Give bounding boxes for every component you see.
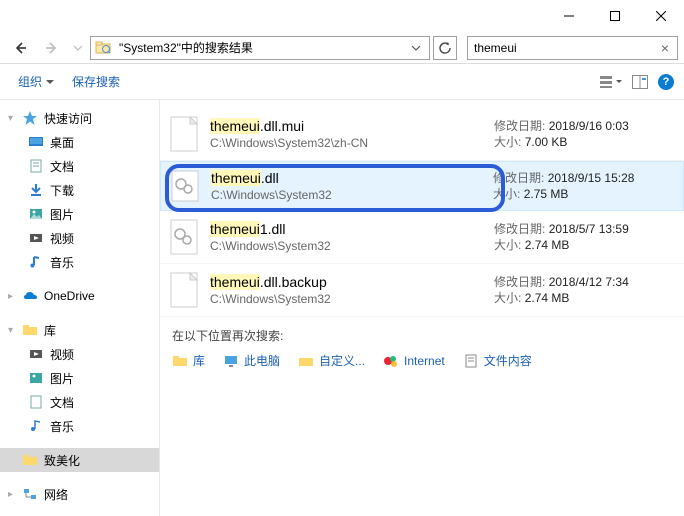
search-again-file-content[interactable]: 文件内容 bbox=[463, 352, 532, 369]
file-path: C:\Windows\System32\zh-CN bbox=[210, 135, 494, 151]
folder-icon bbox=[22, 322, 38, 338]
view-options-icon[interactable] bbox=[600, 75, 622, 89]
file-path: C:\Windows\System32 bbox=[211, 187, 493, 203]
file-name: themeui.dll.backup bbox=[210, 273, 494, 291]
downloads-icon bbox=[28, 182, 44, 198]
chevron-down-icon: ▾ bbox=[8, 113, 16, 124]
titlebar bbox=[0, 0, 684, 32]
search-again-libraries[interactable]: 库 bbox=[172, 352, 205, 369]
internet-icon bbox=[383, 353, 399, 369]
search-again-custom[interactable]: 自定义... bbox=[298, 352, 365, 369]
folder-icon bbox=[95, 40, 111, 56]
dll-icon bbox=[168, 217, 200, 257]
dll-icon bbox=[169, 170, 201, 202]
chevron-right-icon: ▸ bbox=[8, 489, 16, 500]
forward-button[interactable] bbox=[38, 34, 66, 62]
sidebar-lib-videos[interactable]: 视频 bbox=[0, 342, 159, 366]
videos-icon bbox=[28, 230, 44, 246]
file-name: themeui1.dll bbox=[210, 220, 494, 238]
minimize-button[interactable] bbox=[546, 0, 592, 32]
toolbar: 组织 保存搜索 ? bbox=[0, 64, 684, 100]
close-button[interactable] bbox=[638, 0, 684, 32]
sidebar-pictures[interactable]: 图片 bbox=[0, 202, 159, 226]
onedrive-icon bbox=[22, 288, 38, 304]
file-content-icon bbox=[463, 353, 479, 369]
navigation-sidebar: ▾ 快速访问 桌面 文档 下载 图片 视频 音乐 ▸ bbox=[0, 100, 160, 516]
network-icon bbox=[22, 486, 38, 502]
search-again-section: 在以下位置再次搜索: 库 此电脑 自定义... Internet bbox=[160, 317, 684, 379]
address-dropdown[interactable] bbox=[411, 43, 429, 53]
body: ▾ 快速访问 桌面 文档 下载 图片 视频 音乐 ▸ bbox=[0, 100, 684, 516]
file-name: themeui.dll.mui bbox=[210, 117, 494, 135]
sidebar-customize[interactable]: 致美化 bbox=[0, 448, 159, 472]
folder-icon bbox=[298, 353, 314, 369]
sidebar-music[interactable]: 音乐 bbox=[0, 250, 159, 274]
search-again-internet[interactable]: Internet bbox=[383, 353, 445, 369]
pictures-icon bbox=[28, 370, 44, 386]
sidebar-videos[interactable]: 视频 bbox=[0, 226, 159, 250]
chevron-down-icon bbox=[46, 78, 54, 86]
result-item[interactable]: themeui.dll.mui C:\Windows\System32\zh-C… bbox=[160, 108, 684, 161]
search-again-this-pc[interactable]: 此电脑 bbox=[223, 352, 280, 369]
address-bar[interactable]: "System32"中的搜索结果 bbox=[90, 36, 430, 60]
sidebar-lib-pictures[interactable]: 图片 bbox=[0, 366, 159, 390]
back-button[interactable] bbox=[6, 34, 34, 62]
search-input[interactable] bbox=[474, 41, 659, 55]
search-box[interactable]: × bbox=[467, 36, 678, 60]
file-path: C:\Windows\System32 bbox=[210, 291, 494, 307]
star-icon bbox=[22, 110, 38, 126]
document-icon bbox=[28, 394, 44, 410]
folder-icon bbox=[22, 452, 38, 468]
preview-pane-icon[interactable] bbox=[632, 75, 648, 89]
clear-search-button[interactable]: × bbox=[659, 40, 671, 56]
sidebar-libraries[interactable]: ▾ 库 bbox=[0, 318, 159, 342]
breadcrumb[interactable]: "System32"中的搜索结果 bbox=[115, 39, 257, 56]
file-name: themeui.dll bbox=[211, 169, 493, 187]
sidebar-desktop[interactable]: 桌面 bbox=[0, 130, 159, 154]
file-icon bbox=[168, 270, 200, 310]
music-icon bbox=[28, 254, 44, 270]
maximize-button[interactable] bbox=[592, 0, 638, 32]
file-path: C:\Windows\System32 bbox=[210, 238, 494, 254]
chevron-down-icon: ▾ bbox=[8, 325, 16, 336]
sidebar-documents[interactable]: 文档 bbox=[0, 154, 159, 178]
videos-icon bbox=[28, 346, 44, 362]
refresh-button[interactable] bbox=[433, 36, 457, 60]
results-area: themeui.dll.mui C:\Windows\System32\zh-C… bbox=[160, 100, 684, 516]
music-icon bbox=[28, 418, 44, 434]
result-item[interactable]: themeui.dll.backup C:\Windows\System32 修… bbox=[160, 264, 684, 317]
organize-menu[interactable]: 组织 bbox=[10, 69, 62, 94]
recent-dropdown[interactable] bbox=[70, 34, 86, 62]
sidebar-lib-documents[interactable]: 文档 bbox=[0, 390, 159, 414]
pc-icon bbox=[223, 353, 239, 369]
sidebar-quick-access[interactable]: ▾ 快速访问 bbox=[0, 106, 159, 130]
file-icon bbox=[168, 114, 200, 154]
sidebar-downloads[interactable]: 下载 bbox=[0, 178, 159, 202]
folder-icon bbox=[172, 353, 188, 369]
sidebar-network[interactable]: ▸ 网络 bbox=[0, 482, 159, 506]
result-item[interactable]: themeui1.dll C:\Windows\System32 修改日期: 2… bbox=[160, 211, 684, 264]
help-button[interactable]: ? bbox=[658, 74, 674, 90]
desktop-icon bbox=[28, 134, 44, 150]
address-row: "System32"中的搜索结果 × bbox=[0, 32, 684, 64]
chevron-right-icon: ▸ bbox=[8, 291, 16, 302]
document-icon bbox=[28, 158, 44, 174]
result-item[interactable]: themeui.dll C:\Windows\System32 修改日期: 20… bbox=[160, 161, 684, 211]
pictures-icon bbox=[28, 206, 44, 222]
save-search-button[interactable]: 保存搜索 bbox=[64, 69, 128, 94]
search-again-label: 在以下位置再次搜索: bbox=[172, 327, 672, 344]
sidebar-lib-music[interactable]: 音乐 bbox=[0, 414, 159, 438]
sidebar-onedrive[interactable]: ▸ OneDrive bbox=[0, 284, 159, 308]
